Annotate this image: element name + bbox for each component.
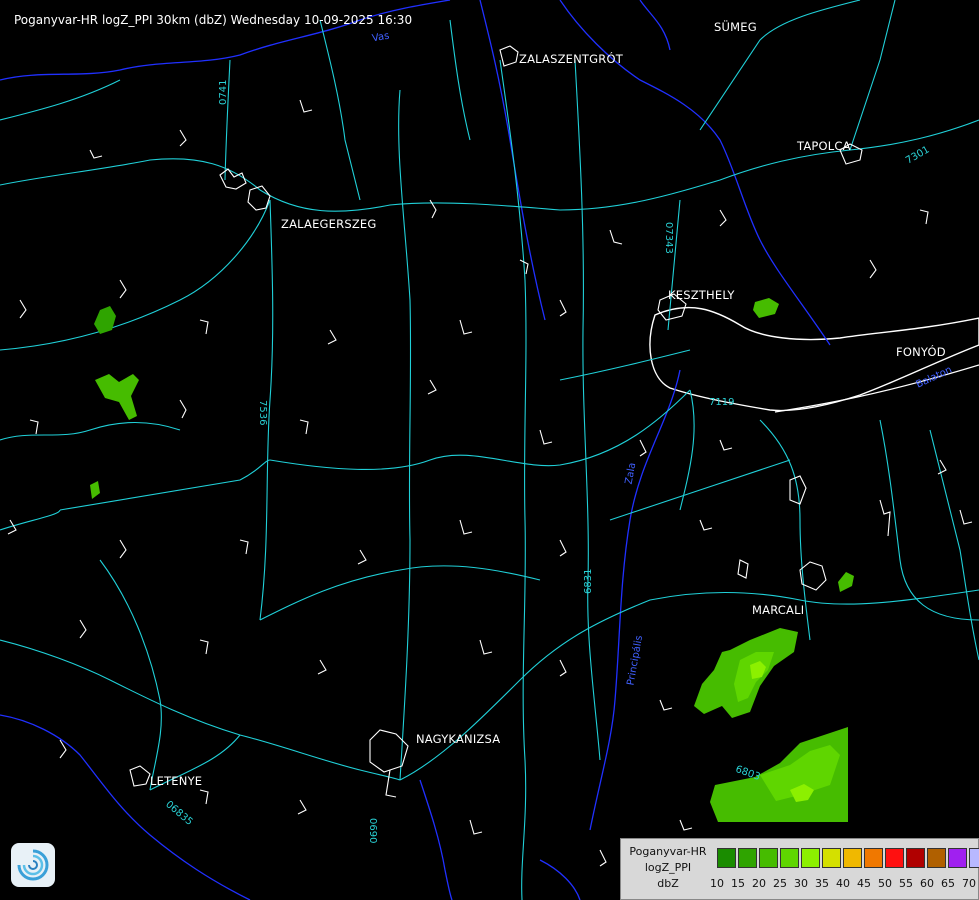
rivers: [0, 0, 891, 900]
city-label-nagykanizsa: NAGYKANIZSA: [416, 732, 501, 746]
logo-icon: [11, 843, 55, 887]
legend: Poganyvar-HR logZ_PPI dbZ 10 15 20 25 30…: [620, 838, 979, 900]
legend-swatch: [780, 848, 799, 868]
city-label-keszthely: KESZTHELY: [668, 288, 735, 302]
city-label-zalaegerszeg: ZALAEGERSZEG: [281, 217, 377, 231]
road-label-7536: 7536: [257, 400, 268, 426]
city-label-zalaszentgrot: ZALASZENTGRÓT: [519, 52, 623, 66]
map-title: Poganyvar-HR logZ_PPI 30km (dbZ) Wednesd…: [14, 13, 413, 27]
city-label-letenye: LETENYE: [150, 774, 203, 788]
road-label-6831: 6831: [583, 568, 594, 594]
legend-tick: 70: [962, 877, 976, 890]
city-label-fonyod: FONYÓD: [896, 345, 946, 359]
legend-swatch: [822, 848, 841, 868]
legend-swatch: [717, 848, 736, 868]
legend-swatch: [927, 848, 946, 868]
legend-swatch: [906, 848, 925, 868]
road-label-0741: 0741: [218, 79, 229, 105]
legend-swatch: [738, 848, 757, 868]
legend-swatch: [759, 848, 778, 868]
legend-swatch: [885, 848, 904, 868]
legend-unit: dbZ: [657, 877, 679, 890]
legend-swatch: [801, 848, 820, 868]
city-label-sumeg: SÜMEG: [714, 20, 757, 34]
legend-product: logZ_PPI: [644, 861, 692, 874]
city-label-marcali: MARCALI: [752, 603, 805, 617]
city-label-tapolca: TAPOLCA: [797, 139, 851, 153]
legend-swatch: [969, 848, 979, 868]
road-label-7119: 7119: [709, 397, 735, 408]
legend-swatch: [843, 848, 862, 868]
legend-swatch: [864, 848, 883, 868]
radar-map: Poganyvar-HR logZ_PPI 30km (dbZ) Wednesd…: [0, 0, 979, 900]
road-label-07343: 07343: [663, 222, 674, 254]
legend-swatch: [948, 848, 967, 868]
road-label-0690: 0690: [367, 818, 378, 844]
map-canvas: [0, 0, 979, 900]
legend-name: Poganyvar-HR: [629, 845, 707, 858]
